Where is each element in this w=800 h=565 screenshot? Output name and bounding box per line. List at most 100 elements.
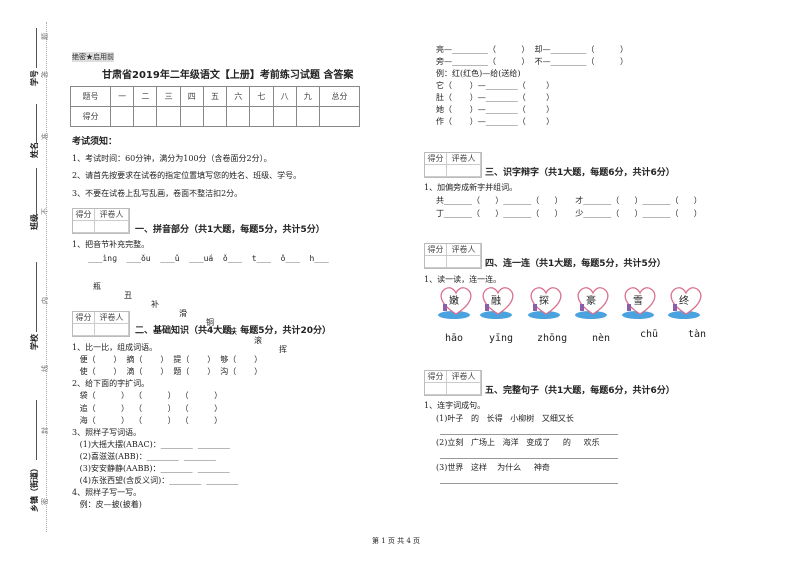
- section-title: 二、基础知识（共4大题，每题5分，共计20分）: [135, 326, 332, 336]
- score-cell[interactable]: [110, 106, 135, 127]
- score-cell[interactable]: [295, 106, 320, 127]
- grader-score-cell[interactable]: [73, 221, 95, 233]
- question-line[interactable]: 袋（ ） （ ） （ ）: [72, 390, 222, 401]
- pinyin-option[interactable]: hāo: [445, 333, 463, 344]
- pinyin-option[interactable]: chū: [640, 329, 658, 340]
- question-line[interactable]: 1、比一比，组成词语。: [72, 342, 157, 353]
- class-label: 班级: [30, 214, 39, 230]
- fill-row[interactable]: 共_______（ ）_______（ ） 才_______（ ）_______…: [436, 195, 702, 206]
- question-line[interactable]: 追（ ） （ ） （ ）: [72, 403, 222, 414]
- table-cell: 三: [156, 86, 181, 107]
- heart-char: 终: [679, 296, 689, 307]
- table-cell: 得分: [69, 106, 112, 127]
- score-cell[interactable]: [226, 106, 251, 127]
- question-line[interactable]: 使（ ） 滴（ ） 题（ ） 沟（ ）: [72, 366, 262, 377]
- grader-score-cell[interactable]: [425, 383, 447, 395]
- question-line[interactable]: 例：皮—披(披着): [72, 499, 142, 510]
- grader-reviewer-cell[interactable]: [447, 383, 481, 395]
- answer-line[interactable]: [440, 458, 618, 459]
- score-cell[interactable]: [202, 106, 228, 127]
- heart-card[interactable]: 雪: [620, 284, 660, 320]
- question-line[interactable]: 2、给下面的字扩词。: [72, 378, 149, 389]
- table-row: 得分: [69, 106, 361, 127]
- question-line[interactable]: 海（ ） （ ） （ ）: [72, 415, 222, 426]
- heart-card[interactable]: 豪: [573, 284, 613, 320]
- section-title: 一、拼音部分（共1大题，每题5分，共计5分）: [135, 225, 325, 235]
- table-cell: 七: [249, 86, 274, 107]
- grader-box: 得分 评卷人: [424, 152, 482, 178]
- question-line[interactable]: 4、照样子写一写。: [72, 487, 141, 498]
- score-cell[interactable]: [249, 106, 274, 127]
- score-cell[interactable]: [156, 106, 181, 127]
- question-line[interactable]: 亮—_________（ ） 却—_________（ ）: [436, 44, 628, 55]
- question-line[interactable]: (3)安安静静(AABB)：________ ________: [72, 463, 230, 474]
- notice-item: 1、考试时间：60分钟，满分为100分（含卷面分2分）。: [72, 154, 272, 163]
- table-cell: 六: [226, 86, 251, 107]
- question-line[interactable]: 它（ ）—________（ ）: [436, 80, 554, 91]
- grader-reviewer-cell[interactable]: [95, 324, 129, 336]
- question-line[interactable]: 便（ ） 摘（ ） 提（ ） 够（ ）: [72, 354, 262, 365]
- score-cell[interactable]: [318, 106, 361, 127]
- heart-char: 嫩: [449, 296, 459, 307]
- page-title: 甘肃省2019年二年级语文【上册】考前练习试题 含答案: [102, 70, 354, 81]
- question-line[interactable]: 3、照样子写词语。: [72, 427, 141, 438]
- char: 瓶: [93, 282, 101, 291]
- question-line[interactable]: 例：红(红色)—给(送给): [436, 68, 520, 79]
- question: 1、把音节补充完整。: [72, 240, 150, 249]
- heart-char: 探: [539, 296, 549, 307]
- seal-char: 题: [41, 33, 49, 40]
- heart-card[interactable]: 嫩: [436, 284, 476, 320]
- grader-score-cell[interactable]: [425, 165, 447, 177]
- class-blank[interactable]: [36, 168, 37, 218]
- answer-line[interactable]: [440, 483, 618, 484]
- grader-box: 得分 评卷人: [72, 208, 130, 234]
- score-cell[interactable]: [133, 106, 158, 127]
- question-line[interactable]: (2)喜滋滋(ABB)：________ ________: [72, 451, 216, 462]
- pinyin-option[interactable]: zhōng: [537, 333, 567, 344]
- grader-reviewer-label: 评卷人: [95, 209, 129, 221]
- heart-card[interactable]: 融: [478, 284, 518, 320]
- score-cell[interactable]: [272, 106, 297, 127]
- score-cell[interactable]: [179, 106, 204, 127]
- section-title: 三、识字辩字（共1大题，每题6分，共计6分）: [485, 168, 675, 178]
- town-label: 乡镇（街道）: [30, 464, 39, 512]
- section-title: 五、完整句子（共1大题，每题6分，共计6分）: [485, 386, 675, 396]
- student-id-blank[interactable]: [36, 28, 37, 68]
- question: 1、连字词成句。: [424, 401, 486, 410]
- pinyin-option[interactable]: nèn: [592, 333, 610, 344]
- grader-reviewer-cell[interactable]: [95, 221, 129, 233]
- seal-line: [46, 22, 47, 532]
- notice-item: 3、不要在试卷上乱写乱画，卷面不整洁扣2分。: [72, 189, 243, 198]
- school-blank[interactable]: [36, 262, 37, 332]
- pinyin-option[interactable]: yīng: [489, 333, 513, 344]
- question-line[interactable]: 肚（ ）—________（ ）: [436, 92, 554, 103]
- pinyin-blanks[interactable]: ___ìnɡ ___ǒu ___ǔ ___uá ǒ___ t___ ǒ___ h…: [88, 254, 329, 263]
- question-line[interactable]: 作（ ）—________（ ）: [436, 116, 554, 127]
- town-blank[interactable]: [36, 400, 37, 460]
- grader-box: 得分 评卷人: [424, 243, 482, 269]
- seal-char: 不: [41, 208, 49, 215]
- name-blank[interactable]: [36, 104, 37, 144]
- heart-card[interactable]: 探: [526, 284, 566, 320]
- answer-line[interactable]: [440, 434, 618, 435]
- grader-score-cell[interactable]: [73, 324, 95, 336]
- heart-card[interactable]: 终: [666, 284, 706, 320]
- question-line[interactable]: 她（ ）—________（ ）: [436, 104, 554, 115]
- question-line[interactable]: (1)大摇大摆(ABAC)：________ ________: [72, 439, 230, 450]
- notice-title: 考试须知：: [72, 137, 118, 147]
- grader-reviewer-cell[interactable]: [447, 256, 481, 268]
- pinyin-option[interactable]: tàn: [688, 329, 706, 340]
- question-line[interactable]: (4)东张西望(含反义词)：________ ________: [72, 475, 239, 486]
- table-row: 题号一二三四五六七八九总分: [69, 86, 361, 107]
- grader-box: 得分 评卷人: [72, 311, 130, 337]
- seal-char: 封: [41, 427, 49, 434]
- fill-row[interactable]: 丁_______（ ）_______（ ） 少_______（ ）_______…: [436, 208, 702, 219]
- grader-score-cell[interactable]: [425, 256, 447, 268]
- question-line[interactable]: 旁—_________（ ） 不—_________（ ）: [436, 56, 628, 67]
- char: 滚: [254, 336, 262, 345]
- grader-reviewer-label: 评卷人: [447, 244, 481, 256]
- table-cell: 四: [179, 86, 204, 107]
- table-cell: 五: [202, 86, 228, 107]
- secret-label: 绝密★启用前: [72, 52, 114, 62]
- grader-reviewer-cell[interactable]: [447, 165, 481, 177]
